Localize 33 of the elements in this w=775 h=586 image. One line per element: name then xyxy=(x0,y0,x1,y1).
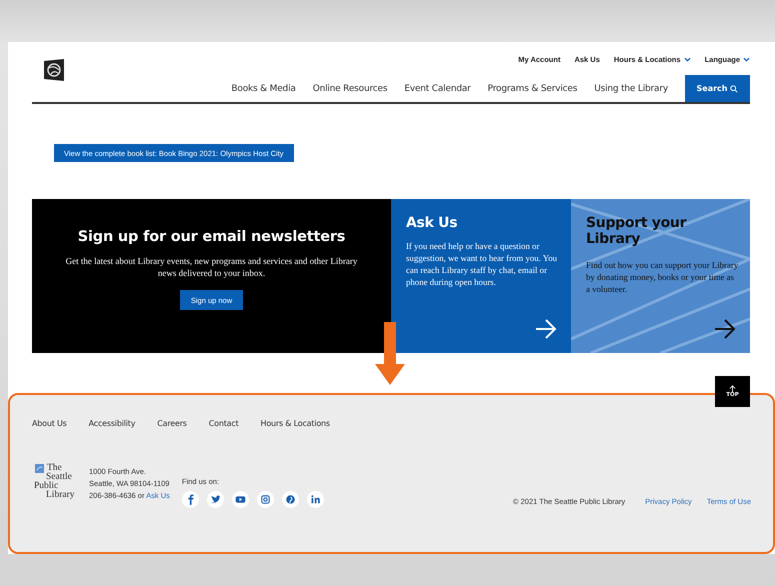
nav-link[interactable]: Using the Library xyxy=(594,84,668,94)
ask-us-panel[interactable]: Ask Us If you need help or have a question or suggestion, we want to hear from you. You can reach Library staff by chat, email or phone during open hours. xyxy=(391,199,571,353)
panel-title: Ask Us xyxy=(406,215,458,231)
arrow-right-icon[interactable] xyxy=(714,319,736,339)
chevron-down-icon xyxy=(743,56,750,62)
nav-link[interactable]: Programs & Services xyxy=(488,84,578,94)
panel-title: Support your Library xyxy=(586,215,688,247)
footer-link[interactable]: Careers xyxy=(157,419,187,428)
newsletter-text: Get the latest about Library events, new programs and services and other Library news delivered to your inbox. xyxy=(64,255,358,279)
footer-link[interactable]: Accessibility xyxy=(88,419,136,428)
library-logo-icon[interactable] xyxy=(43,59,65,81)
footer-link[interactable]: Contact xyxy=(208,419,239,428)
pin-icon[interactable] xyxy=(282,491,299,508)
bird-icon[interactable] xyxy=(206,491,224,508)
footer-link[interactable]: About Us xyxy=(32,419,67,428)
annotation-arrow xyxy=(374,322,406,386)
nav-link[interactable]: Online Resources xyxy=(312,84,388,94)
library-logo[interactable]: The Seattle Public Library xyxy=(34,464,78,500)
newsletter-title: Sign up for our email newsletters xyxy=(78,229,346,245)
facebook-icon[interactable] xyxy=(182,491,199,508)
search-icon xyxy=(730,84,738,92)
footer-link[interactable]: Hours & Locations xyxy=(260,419,330,428)
support-panel[interactable]: Support your Library Find out how you can support your Library by donating money, books or your time as a volunteer. xyxy=(571,199,750,353)
search-button[interactable]: Search xyxy=(685,75,750,102)
play-button-icon[interactable] xyxy=(232,491,249,508)
camera-icon[interactable] xyxy=(256,491,274,508)
nav-link[interactable]: Books & Media xyxy=(231,84,296,94)
chevron-down-icon xyxy=(684,56,691,62)
panel-text: If you need help or have a question or suggestion, we want to hear from you. You can reach Library staff by chat, email or phone during open hours. xyxy=(406,240,557,288)
arrow-up-icon xyxy=(729,385,736,392)
panel-text: Find out how you can support your Library by donating money, books or your time as a volunteer. xyxy=(586,259,740,295)
linkedin-icon[interactable] xyxy=(306,491,324,508)
nav-link[interactable]: Event Calendar xyxy=(404,84,471,94)
